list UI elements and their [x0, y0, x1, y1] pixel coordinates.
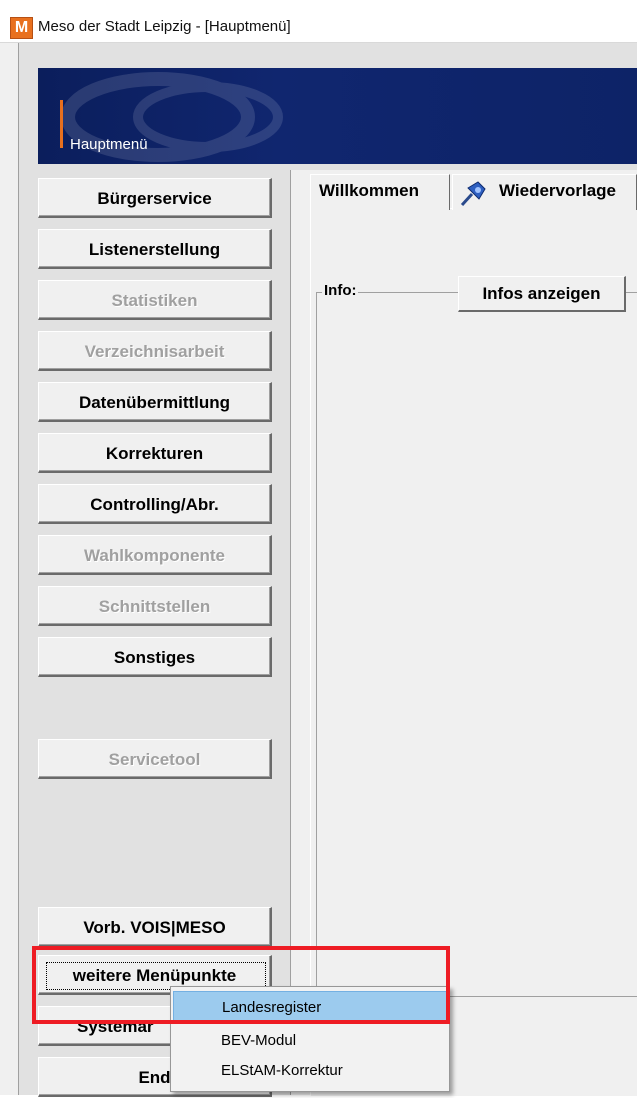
frame-border [0, 43, 19, 1095]
menu-item-elstam-korrektur[interactable]: ELStAM-Korrektur [173, 1055, 447, 1087]
vorb-vois-meso-button[interactable]: Vorb. VOIS|MESO [38, 907, 272, 947]
app-icon-letter: M [14, 19, 29, 36]
header-banner: Hauptmenü [38, 68, 637, 164]
wahlkomponente-button[interactable]: Wahlkomponente [38, 535, 272, 575]
tab-willkommen[interactable]: Willkommen [310, 174, 450, 210]
buergerservice-button[interactable]: Bürgerservice [38, 178, 272, 218]
annotation-highlight-box [32, 946, 450, 1024]
statistiken-button[interactable]: Statistiken [38, 280, 272, 320]
infos-anzeigen-button[interactable]: Infos anzeigen [458, 276, 626, 312]
sonstiges-button[interactable]: Sonstiges [38, 637, 272, 677]
pin-icon [460, 181, 486, 207]
schnittstellen-button[interactable]: Schnittstellen [38, 586, 272, 626]
controlling-button[interactable]: Controlling/Abr. [38, 484, 272, 524]
menu-item-label: BEV-Modul [221, 1032, 297, 1049]
verzeichnisarbeit-button[interactable]: Verzeichnisarbeit [38, 331, 272, 371]
title-bar: M Meso der Stadt Leipzig - [Hauptmenü] [0, 0, 637, 43]
korrekturen-button[interactable]: Korrekturen [38, 433, 272, 473]
menu-item-bev-modul[interactable]: BEV-Modul [173, 1025, 447, 1057]
info-group-label: Info: [322, 282, 359, 299]
datenuebermittlung-button[interactable]: Datenübermittlung [38, 382, 272, 422]
wiedervorlage-tab-label: Wiedervorlage [499, 181, 616, 200]
info-groupbox [316, 292, 637, 997]
meso-logo-icon: M [10, 17, 33, 39]
banner-title: Hauptmenü [70, 136, 148, 153]
menu-item-label: ELStAM-Korrektur [221, 1062, 343, 1079]
banner-accent [60, 100, 63, 148]
listenerstellung-button[interactable]: Listenerstellung [38, 229, 272, 269]
servicetool-button[interactable]: Servicetool [38, 739, 272, 779]
window-title: Meso der Stadt Leipzig - [Hauptmenü] [38, 18, 291, 35]
